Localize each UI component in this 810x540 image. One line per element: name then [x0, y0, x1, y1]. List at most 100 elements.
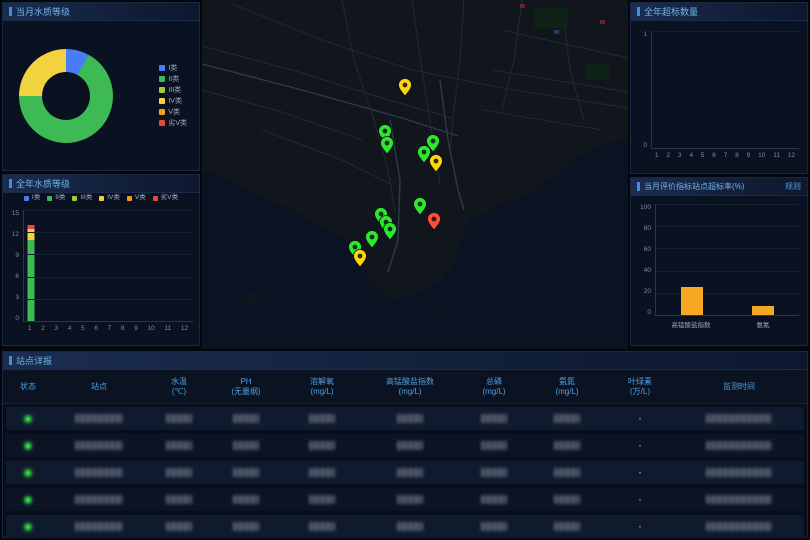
value-redacted	[233, 468, 259, 477]
value-redacted	[233, 522, 259, 531]
y-tick-label: 40	[644, 267, 651, 274]
monitor-time-redacted	[706, 441, 772, 450]
rate-bar[interactable]	[752, 306, 774, 315]
column-name: 叶绿素	[628, 377, 652, 386]
gridline	[24, 232, 193, 233]
legend-label: III类	[80, 195, 92, 202]
value-redacted	[481, 414, 507, 423]
x-tick-label: 2	[41, 325, 45, 332]
legend-label: 劣V类	[168, 120, 187, 127]
table-cell	[676, 441, 802, 450]
table-row[interactable]: -	[6, 515, 804, 538]
bar-slot	[94, 210, 108, 321]
status-dot	[24, 469, 32, 477]
x-tick-label: 1	[655, 152, 659, 159]
legend-swatch	[72, 196, 77, 201]
table-cell	[6, 442, 50, 450]
bar-slot	[179, 210, 193, 321]
x-tick-label: 10	[148, 325, 155, 332]
table-header-row: 状态站点水温(℃)PH(无量纲)溶解氧(mg/L)高锰酸盐指数(mg/L)总磷(…	[3, 370, 807, 404]
x-tick-label: 1	[28, 325, 32, 332]
value-redacted	[554, 414, 580, 423]
chlorophyll-value: -	[639, 495, 642, 504]
gridline	[24, 299, 193, 300]
y-tick-label: 3	[15, 294, 19, 301]
table-cell	[282, 441, 362, 450]
value-redacted	[481, 441, 507, 450]
legend-item[interactable]: IV类	[159, 98, 187, 105]
value-redacted	[309, 441, 335, 450]
column-header: 溶解氧(mg/L)	[282, 377, 362, 396]
legend-item[interactable]: IV类	[99, 195, 120, 202]
legend-item[interactable]: I类	[24, 195, 40, 202]
station-name-redacted	[75, 468, 123, 477]
legend-item[interactable]: 劣V类	[153, 195, 178, 202]
legend-item[interactable]: II类	[159, 76, 187, 83]
rate-bar[interactable]	[681, 287, 703, 315]
rate-y-axis: 100806040200	[633, 204, 651, 316]
stacked-bar[interactable]	[28, 210, 35, 321]
station-detail-panel: 站点详报 状态站点水温(℃)PH(无量纲)溶解氧(mg/L)高锰酸盐指数(mg/…	[2, 351, 808, 538]
column-unit: (mg/L)	[482, 387, 505, 396]
column-name: 高锰酸盐指数	[386, 377, 434, 386]
legend-swatch	[159, 65, 165, 71]
table-row[interactable]: -	[6, 407, 804, 430]
x-tick-label: 2	[666, 152, 670, 159]
legend-item[interactable]: II类	[47, 195, 65, 202]
map[interactable]	[202, 0, 628, 349]
map-park	[534, 8, 568, 28]
column-name: 状态	[20, 382, 36, 391]
rule-button[interactable]: 规则	[785, 181, 801, 192]
rate-bar-label: 高锰酸盐指数	[655, 319, 727, 329]
column-name: 氨氮	[559, 377, 575, 386]
x-tick-label: 3	[678, 152, 682, 159]
value-redacted	[554, 522, 580, 531]
table-cell	[530, 495, 604, 504]
monthly-quality-donut-chart[interactable]	[19, 49, 113, 143]
table-cell	[530, 414, 604, 423]
column-header: 氨氮(mg/L)	[530, 377, 604, 396]
y-tick-label: 80	[644, 225, 651, 232]
table-row[interactable]: -	[6, 488, 804, 511]
y-tick-label: 60	[644, 246, 651, 253]
gridline	[656, 204, 799, 205]
bar-slot	[38, 210, 52, 321]
rate-bar-label: 氨氮	[727, 319, 799, 329]
legend-item[interactable]: III类	[159, 87, 187, 94]
table-cell	[676, 468, 802, 477]
status-dot	[24, 496, 32, 504]
legend-item[interactable]: V类	[159, 109, 187, 116]
legend-label: II类	[168, 76, 179, 83]
legend-swatch	[99, 196, 104, 201]
value-redacted	[233, 441, 259, 450]
column-unit: (℃)	[172, 387, 186, 396]
table-row[interactable]: -	[6, 461, 804, 484]
column-header: 监测时间	[676, 382, 802, 391]
table-cell	[530, 441, 604, 450]
table-cell	[210, 522, 282, 531]
legend-item[interactable]: V类	[127, 195, 146, 202]
table-row[interactable]: -	[6, 434, 804, 457]
monitor-time-redacted	[706, 495, 772, 504]
station-detail-header: 站点详报	[3, 352, 807, 370]
table-cell	[6, 496, 50, 504]
y-tick-label: 12	[12, 231, 19, 238]
table-cell	[676, 522, 802, 531]
table-cell	[210, 414, 282, 423]
column-unit: (mg/L)	[555, 387, 578, 396]
legend-item[interactable]: I类	[159, 65, 187, 72]
legend-label: IV类	[107, 195, 120, 202]
table-cell	[148, 414, 210, 423]
panel-title: 全年超标数量	[644, 5, 698, 18]
annual-x-axis: 123456789101112	[23, 325, 193, 332]
legend-swatch	[159, 76, 165, 82]
monitor-time-redacted	[706, 414, 772, 423]
legend-item[interactable]: III类	[72, 195, 92, 202]
panel-exceed-rate: 当月评价指标站点超标率(%) 规则 100806040200 高锰酸盐指数氨氮	[630, 177, 808, 346]
table-cell	[282, 495, 362, 504]
value-redacted	[397, 468, 423, 477]
status-dot	[24, 523, 32, 531]
value-redacted	[481, 522, 507, 531]
legend-swatch	[127, 196, 132, 201]
legend-item[interactable]: 劣V类	[159, 120, 187, 127]
